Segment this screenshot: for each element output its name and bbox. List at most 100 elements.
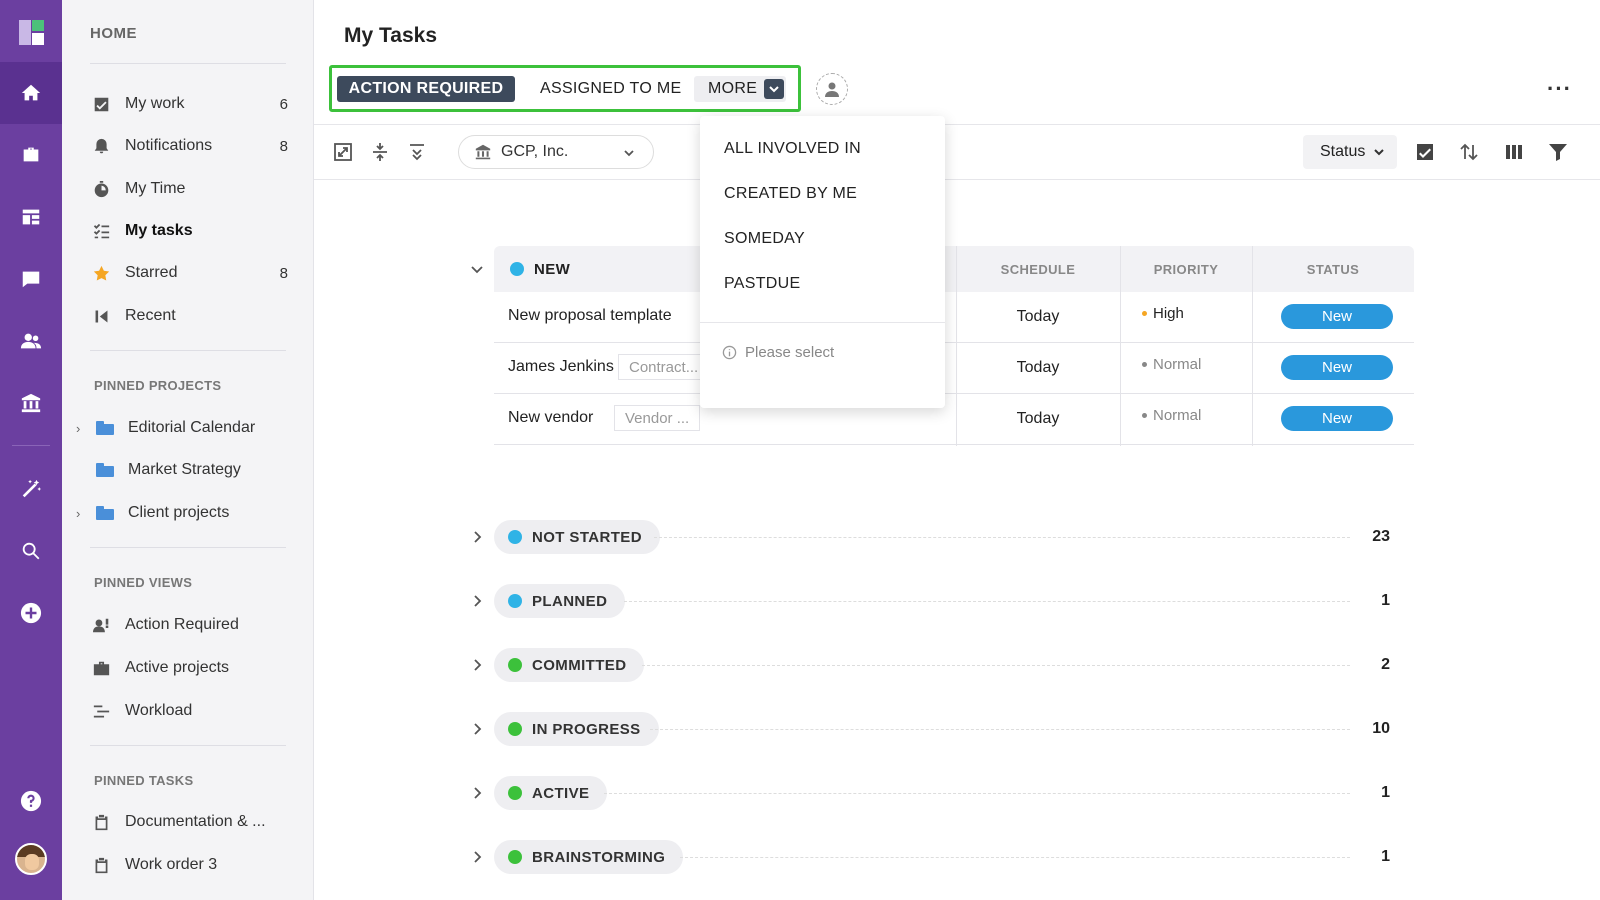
status-dot (508, 722, 522, 736)
people-icon[interactable] (0, 310, 62, 372)
column-header-status[interactable]: STATUS (1252, 246, 1414, 292)
pinned-project-market-strategy[interactable]: Market Strategy (76, 455, 286, 485)
sidebar-item-label: Work order 3 (125, 856, 218, 873)
menu-item-all-involved-in[interactable]: ALL INVOLVED IN (724, 140, 861, 158)
chevron-right-icon[interactable] (470, 594, 484, 608)
group-pill[interactable]: ACTIVE (494, 776, 608, 810)
group-planned[interactable]: PLANNED 1 (470, 584, 1390, 618)
chevron-right-icon[interactable] (470, 850, 484, 864)
task-tag[interactable]: Vendor ... (614, 405, 701, 431)
menu-divider (700, 322, 945, 323)
table-row[interactable]: New proposal template Today High New (494, 292, 1414, 343)
menu-item-someday[interactable]: SOMEDAY (724, 230, 805, 248)
home-icon[interactable] (0, 62, 62, 124)
sidebar-item-label: Documentation & ... (125, 813, 266, 830)
chevron-right-icon[interactable] (470, 786, 484, 800)
chevron-down-icon[interactable] (764, 79, 785, 99)
tab-more[interactable]: MORE (694, 76, 786, 102)
sidebar-item-count: 8 (279, 264, 288, 282)
task-name[interactable]: New vendor (508, 409, 593, 427)
chevron-right-icon[interactable]: › (76, 421, 92, 436)
chevron-down-icon (624, 150, 634, 157)
task-schedule: Today (1016, 359, 1060, 376)
task-name[interactable]: New proposal template (508, 307, 672, 325)
task-priority[interactable]: Normal (1142, 356, 1201, 373)
columns-icon[interactable] (1503, 141, 1525, 163)
column-header-priority[interactable]: PRIORITY (1120, 246, 1252, 292)
group-in-progress[interactable]: IN PROGRESS 10 (470, 712, 1390, 746)
menu-item-created-by-me[interactable]: CREATED BY ME (724, 185, 857, 203)
folder-icon (96, 506, 114, 520)
group-by-selector[interactable]: Status (1303, 135, 1397, 169)
table-row[interactable]: James Jenkins Contract... Today Normal N… (494, 343, 1414, 394)
chevron-right-icon[interactable] (470, 658, 484, 672)
group-by-value: Status (1320, 143, 1366, 160)
group-pill[interactable]: PLANNED (494, 584, 626, 618)
filter-icon[interactable] (1547, 141, 1569, 163)
group-not-started[interactable]: NOT STARTED 23 (470, 520, 1390, 554)
more-options-icon[interactable]: ··· (1547, 76, 1572, 102)
sidebar-item-recent[interactable]: Recent (92, 301, 288, 331)
group-pill[interactable]: COMMITTED (494, 648, 645, 682)
dashboard-icon[interactable] (0, 186, 62, 248)
user-avatar[interactable] (15, 843, 47, 875)
group-pill[interactable]: IN PROGRESS (494, 712, 659, 746)
tab-action-required[interactable]: ACTION REQUIRED (337, 76, 515, 102)
briefcase-icon[interactable] (0, 124, 62, 186)
sidebar-divider (90, 63, 286, 64)
group-brainstorming[interactable]: BRAINSTORMING 1 (470, 840, 1390, 874)
task-tag[interactable]: Contract... (618, 354, 710, 380)
group-header-new[interactable]: NEW (510, 246, 570, 292)
group-pill[interactable]: NOT STARTED (494, 520, 660, 554)
expand-all-icon[interactable] (406, 141, 428, 163)
assignee-filter-button[interactable] (816, 73, 848, 105)
sidebar-item-starred[interactable]: Starred 8 (92, 258, 288, 288)
collapse-all-icon[interactable] (369, 141, 391, 163)
pinned-view-active-projects[interactable]: Active projects (92, 653, 288, 683)
pinned-view-workload[interactable]: Workload (92, 696, 288, 726)
status-badge[interactable]: New (1281, 304, 1393, 329)
sidebar-item-label: Notifications (125, 137, 213, 154)
sort-icon[interactable] (1458, 141, 1480, 163)
group-active[interactable]: ACTIVE 1 (470, 776, 1390, 810)
expand-icon[interactable] (332, 141, 354, 163)
group-pill[interactable]: BRAINSTORMING (494, 840, 684, 874)
group-count: 23 (1372, 528, 1390, 545)
task-priority[interactable]: High (1142, 305, 1184, 322)
search-icon[interactable] (0, 520, 62, 582)
sidebar-item-my-tasks[interactable]: My tasks (92, 216, 288, 246)
chevron-down-icon[interactable] (470, 262, 484, 276)
pinned-project-label: Client projects (128, 504, 230, 521)
app-logo[interactable] (19, 20, 44, 45)
sidebar-item-my-work[interactable]: My work 6 (92, 89, 288, 119)
add-icon[interactable] (0, 582, 62, 644)
magic-wand-icon[interactable] (0, 458, 62, 520)
column-header-schedule[interactable]: SCHEDULE (956, 246, 1120, 292)
chat-icon[interactable] (0, 248, 62, 310)
pinned-project-client-projects[interactable]: › Client projects (76, 498, 286, 528)
pinned-view-action-required[interactable]: Action Required (92, 610, 288, 640)
table-row[interactable]: New vendor Vendor ... Today Normal New (494, 394, 1414, 445)
tab-assigned-to-me[interactable]: ASSIGNED TO ME (540, 76, 681, 102)
tab-more-label: MORE (708, 80, 758, 97)
group-committed[interactable]: COMMITTED 2 (470, 648, 1390, 682)
task-name[interactable]: James Jenkins (508, 358, 614, 376)
briefcase-icon (92, 659, 110, 677)
checkbox-select-icon[interactable] (1414, 141, 1436, 163)
chevron-right-icon[interactable] (470, 722, 484, 736)
pinned-project-editorial-calendar[interactable]: › Editorial Calendar (76, 413, 286, 443)
sidebar-item-my-time[interactable]: My Time (92, 174, 288, 204)
chevron-right-icon[interactable]: › (76, 506, 92, 521)
pinned-task-documentation[interactable]: Documentation & ... (92, 807, 288, 837)
status-badge[interactable]: New (1281, 355, 1393, 380)
menu-item-pastdue[interactable]: PASTDUE (724, 275, 800, 293)
sidebar-item-notifications[interactable]: Notifications 8 (92, 131, 288, 161)
company-selector[interactable]: GCP, Inc. (458, 135, 654, 169)
status-badge[interactable]: New (1281, 406, 1393, 431)
help-icon[interactable] (0, 770, 62, 832)
chevron-right-icon[interactable] (470, 530, 484, 544)
pinned-task-work-order[interactable]: Work order 3 (92, 850, 288, 880)
bank-icon[interactable] (0, 372, 62, 434)
folder-icon (96, 421, 114, 435)
task-priority[interactable]: Normal (1142, 407, 1201, 424)
